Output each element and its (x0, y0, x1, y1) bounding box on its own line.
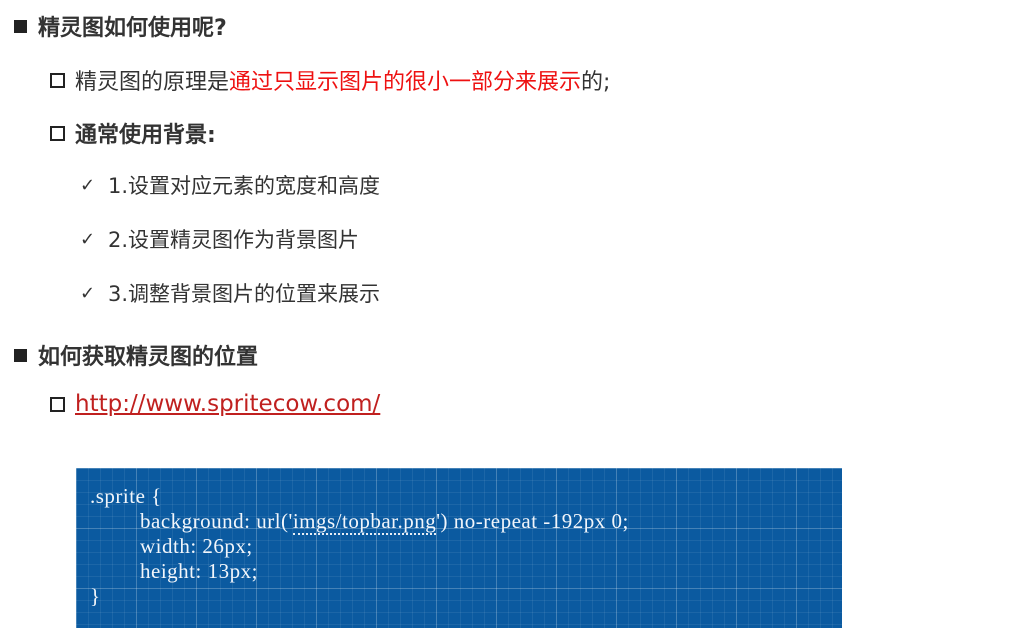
principle-suffix: 的; (581, 70, 611, 95)
hollow-square-bullet-icon (50, 125, 65, 141)
step-text: 3.调整背景图片的位置来展示 (108, 282, 381, 306)
hollow-square-bullet-icon (50, 396, 65, 412)
principle-highlight: 通过只显示图片的很小一部分来展示 (229, 70, 582, 95)
checkmark-icon: ✓ (80, 174, 96, 196)
checkmark-icon: ✓ (80, 282, 96, 304)
usage-heading: 通常使用背景: (75, 123, 216, 148)
principle-prefix: 精灵图的原理是 (75, 70, 230, 95)
code-snippet-image: .sprite { background: url('imgs/topbar.p… (76, 468, 842, 628)
hollow-square-bullet-icon (50, 72, 65, 88)
code-line-2-suffix: ') no-repeat -192px 0; (436, 509, 629, 533)
step-item: ✓ 3.调整背景图片的位置来展示 (80, 278, 380, 308)
code-line-2: background: url('imgs/topbar.png') no-re… (90, 509, 629, 535)
section2-heading-row: 如何获取精灵图的位置 (14, 339, 258, 371)
usage-heading-row: 通常使用背景: (50, 117, 216, 149)
code-line-1: .sprite { (90, 484, 162, 508)
code-line-5: } (90, 584, 101, 608)
spritecow-link[interactable]: http://www.spritecow.com/ (75, 391, 380, 417)
principle-row: 精灵图的原理是 通过只显示图片的很小一部分来展示 的; (50, 64, 610, 96)
link-row: http://www.spritecow.com/ (50, 391, 380, 417)
step-item: ✓ 1.设置对应元素的宽度和高度 (80, 170, 380, 200)
step-text: 2.设置精灵图作为背景图片 (108, 228, 360, 252)
filled-square-bullet-icon (14, 348, 27, 362)
code-line-3: width: 26px; (140, 534, 253, 558)
step-item: ✓ 2.设置精灵图作为背景图片 (80, 224, 359, 254)
section1-heading-row: 精灵图如何使用呢? (14, 10, 227, 42)
code-line-2-path: imgs/topbar.png (292, 509, 437, 535)
code-block: .sprite { background: url('imgs/topbar.p… (90, 484, 629, 609)
step-text: 1.设置对应元素的宽度和高度 (108, 174, 381, 198)
filled-square-bullet-icon (14, 19, 27, 33)
code-line-2-prefix: background: url(' (140, 509, 293, 533)
section2-heading: 如何获取精灵图的位置 (38, 345, 259, 370)
checkmark-icon: ✓ (80, 228, 96, 250)
section1-heading: 精灵图如何使用呢? (38, 16, 227, 41)
code-line-4: height: 13px; (140, 559, 258, 583)
